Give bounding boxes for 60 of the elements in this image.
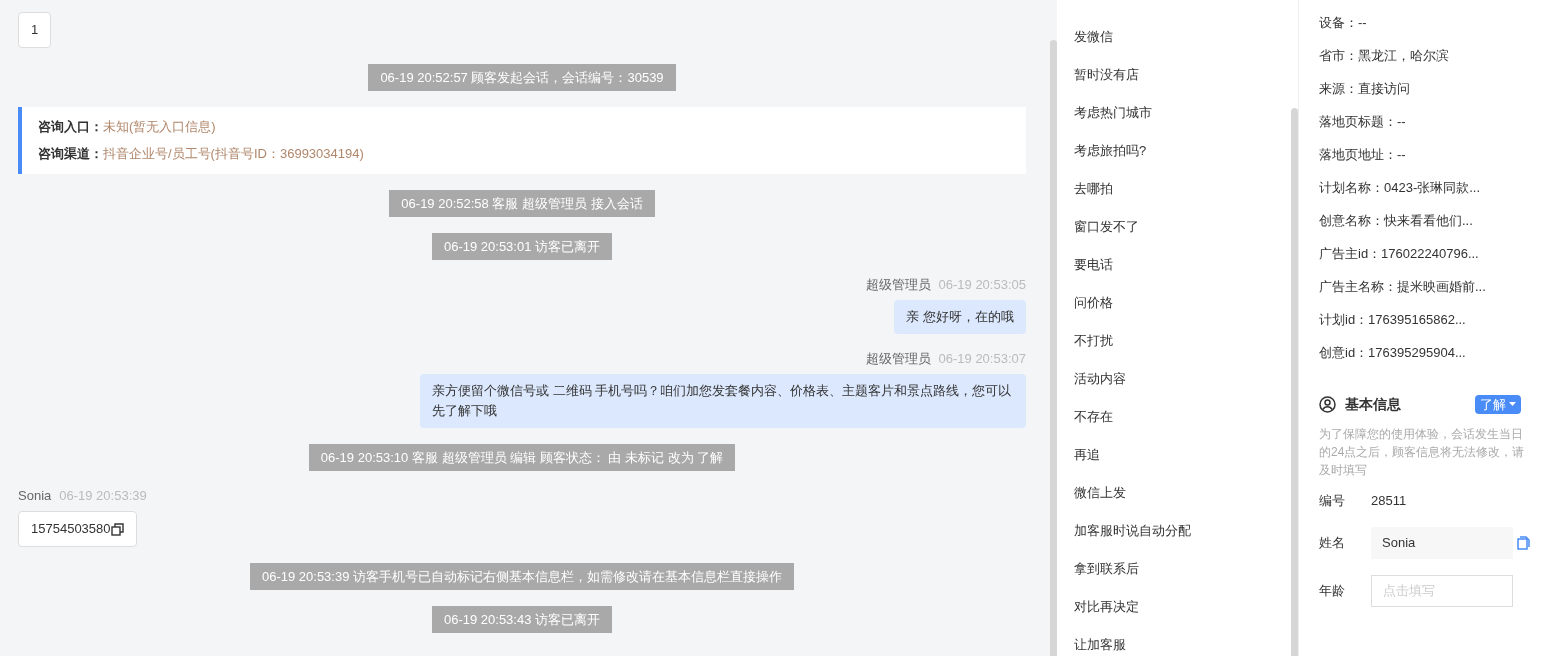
- field-label: 编号: [1319, 492, 1346, 510]
- scrollbar-thumb[interactable]: [1050, 40, 1057, 656]
- visitor-info-line: 落地页地址：--: [1319, 146, 1407, 164]
- visitor-info-line: 计划名称：0423-张琳同款...: [1319, 179, 1482, 197]
- visitor-info-line: 落地页标题：--: [1319, 113, 1407, 131]
- visitor-info-line: 设备：--: [1319, 14, 1368, 32]
- sender-name: Sonia: [18, 487, 52, 505]
- info-label: 咨询渠道：: [38, 145, 103, 163]
- quick-reply-item[interactable]: 微信上发: [1074, 479, 1126, 507]
- visitor-info-line: 创意id：176395295904...: [1319, 344, 1467, 362]
- system-notice: 06-19 20:52:57 顾客发起会话，会话编号：30539: [368, 64, 676, 91]
- quick-reply-item[interactable]: 去哪拍: [1074, 175, 1113, 203]
- field-label: 姓名: [1319, 533, 1346, 552]
- message-text: 1: [31, 21, 39, 39]
- system-notice: 06-19 20:52:58 客服 超级管理员 接入会话: [389, 190, 655, 217]
- quick-reply-item[interactable]: 考虑旅拍吗?: [1074, 137, 1147, 165]
- visitor-info-line: 广告主id：176022240796...: [1319, 245, 1480, 263]
- quick-reply-item[interactable]: 加客服时说自动分配: [1074, 517, 1191, 545]
- visitor-info-line: 创意名称：快来看看他们...: [1319, 212, 1474, 230]
- input-field[interactable]: Sonia: [1371, 526, 1513, 559]
- info-label: 咨询入口：: [38, 118, 103, 136]
- quick-reply-item[interactable]: 发微信: [1074, 23, 1113, 51]
- field-label: 年龄: [1319, 581, 1346, 600]
- sender-name: 超级管理员: [865, 350, 931, 368]
- field-value: 28511: [1371, 492, 1407, 510]
- message-time: 06-19 20:53:07: [938, 350, 1026, 368]
- system-notice: 06-19 20:53:43 访客已离开: [431, 606, 613, 633]
- quick-reply-item[interactable]: 考虑热门城市: [1074, 99, 1152, 127]
- user-icon: [1319, 396, 1336, 413]
- copy-icon[interactable]: [110, 522, 124, 536]
- visitor-info-line: 计划id：176395165862...: [1319, 311, 1467, 329]
- quick-reply-item[interactable]: 活动内容: [1074, 365, 1126, 393]
- caret-icon: [1509, 402, 1516, 407]
- message-time: 06-19 20:53:05: [938, 276, 1026, 294]
- info-value: 未知(暂无入口信息): [103, 118, 216, 136]
- quick-reply-item[interactable]: 对比再决定: [1074, 593, 1139, 621]
- system-notice: 06-19 20:53:39 访客手机号已自动标记右侧基本信息栏，如需修改请在基本信息栏直接操作: [249, 563, 795, 590]
- system-notice: 06-19 20:53:10 客服 超级管理员 编辑 顾客状态： 由 未标记 改为 了解: [308, 444, 736, 471]
- visitor-info-line: 广告主名称：提米映画婚前...: [1319, 278, 1487, 296]
- quick-reply-item[interactable]: 不打扰: [1074, 327, 1113, 355]
- message-text: 15754503580: [31, 520, 111, 538]
- info-value: 抖音企业号/员工号(抖音号ID：36993034194): [103, 145, 364, 163]
- quick-reply-item[interactable]: 不存在: [1074, 403, 1113, 431]
- visitor-info-line: 来源：直接访问: [1319, 80, 1411, 98]
- system-notice: 06-19 20:53:01 访客已离开: [431, 233, 613, 260]
- quick-reply-item[interactable]: 问价格: [1074, 289, 1113, 317]
- scrollbar-thumb[interactable]: [1291, 108, 1298, 656]
- quick-reply-item[interactable]: 拿到联系后: [1074, 555, 1139, 583]
- message-bubble: 亲方便留个微信号或 二维码 手机号吗？咱们加您发套餐内容、价格表、主题客片和景点路线，您可以先了解下哦: [420, 374, 1026, 428]
- quick-reply-item[interactable]: 让加客服: [1074, 631, 1126, 656]
- section-title: 基本信息: [1345, 395, 1401, 414]
- sender-name: 超级管理员: [865, 276, 931, 294]
- message-bubble: 亲 您好呀，在的哦: [894, 300, 1026, 334]
- notice-text: 为了保障您的使用体验，会话发生当日的24点之后，顾客信息将无法修改，请及时填写: [1319, 426, 1526, 479]
- quick-reply-item[interactable]: 窗口发不了: [1074, 213, 1139, 241]
- quick-reply-item[interactable]: 要电话: [1074, 251, 1113, 279]
- message-time: 06-19 20:53:39: [59, 487, 147, 505]
- quick-reply-item[interactable]: 再追: [1074, 441, 1100, 469]
- visitor-info-line: 省市：黑龙江，哈尔滨: [1319, 47, 1450, 65]
- quick-reply-item[interactable]: 暂时没有店: [1074, 61, 1139, 89]
